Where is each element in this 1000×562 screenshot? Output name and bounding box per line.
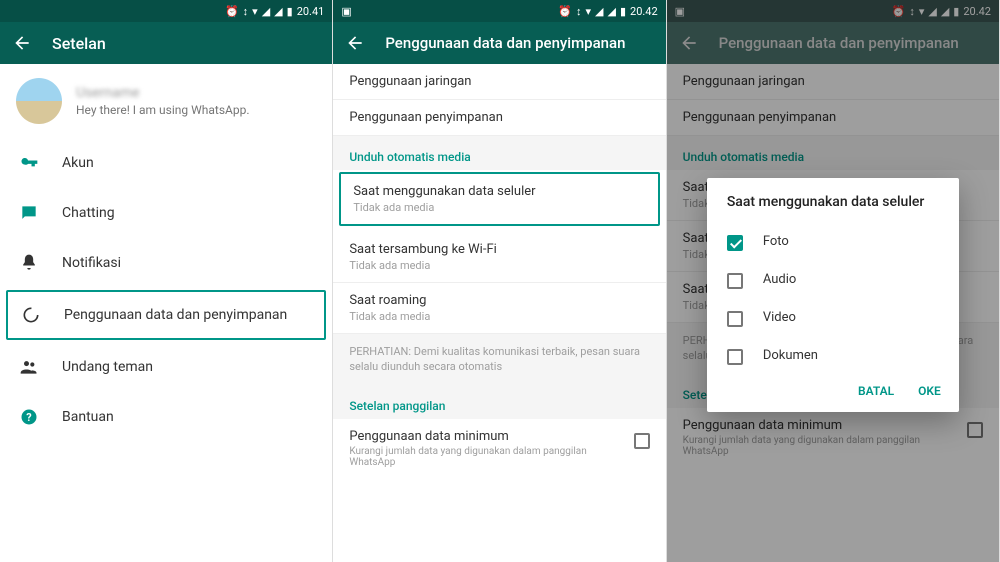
screen-data-usage: ▣ ⏰ ↕ ▾ ◢ ◢ ▮ 20.42 Penggunaan data dan … [333, 0, 666, 562]
row-title: Penggunaan jaringan [349, 74, 649, 89]
list-row[interactable]: Saat roaming Tidak ada media [333, 283, 665, 334]
profile-name: Username [76, 85, 250, 101]
chat-icon [18, 202, 40, 224]
menu-item-help[interactable]: ? Bantuan [0, 392, 332, 442]
dialog-option[interactable]: Foto [707, 222, 959, 260]
alarm-icon: ⏰ [558, 5, 572, 18]
image-icon: ▣ [341, 5, 351, 18]
profile-row[interactable]: Username Hey there! I am using WhatsApp. [0, 64, 332, 138]
settings-menu: Akun Chatting Notifikasi Penggunaan data da… [0, 138, 332, 442]
screen-settings: ⏰ ↕ ▾ ◢ ◢ ▮ 20.41 Setelan Username Hey t… [0, 0, 333, 562]
dialog-title: Saat menggunakan data seluler [707, 194, 959, 222]
data-usage-content: Penggunaan jaringan Penggunaan penyimpana… [333, 64, 665, 562]
checkbox[interactable] [727, 311, 743, 327]
data-icon [20, 304, 42, 326]
list-row[interactable]: Saat tersambung ke Wi-Fi Tidak ada media [333, 232, 665, 283]
statusbar: ⏰ ↕ ▾ ◢ ◢ ▮ 20.41 [0, 0, 332, 22]
menu-item-chat[interactable]: Chatting [0, 188, 332, 238]
menu-item-bell[interactable]: Notifikasi [0, 238, 332, 288]
row-sub: Tidak ada media [353, 201, 645, 214]
alarm-icon: ⏰ [225, 5, 239, 18]
statusbar: ▣ ⏰ ↕ ▾ ◢ ◢ ▮ 20.42 [333, 0, 665, 22]
row-title: Penggunaan penyimpanan [349, 110, 649, 125]
menu-item-friends[interactable]: Undang teman [0, 342, 332, 392]
list-row[interactable]: Penggunaan jaringan [333, 64, 665, 100]
profile-status: Hey there! I am using WhatsApp. [76, 103, 250, 117]
signal-icon: ◢ [274, 5, 282, 18]
status-time: 20.42 [630, 5, 658, 18]
option-label: Dokumen [763, 348, 818, 363]
menu-label: Undang teman [62, 359, 153, 375]
media-dialog: Saat menggunakan data seluler Foto Audio V… [707, 178, 959, 412]
appbar-title: Penggunaan data dan penyimpanan [385, 34, 625, 52]
signal-icon: ◢ [607, 5, 615, 18]
appbar-title: Setelan [52, 34, 106, 53]
dialog-option[interactable]: Video [707, 298, 959, 336]
option-label: Audio [763, 272, 796, 287]
sync-icon: ↕ [576, 5, 582, 18]
screen-dialog: ▣ ⏰ ↕ ▾ ◢ ◢ ▮ 20.42 Penggunaan data dan … [667, 0, 1000, 562]
low-data-checkbox[interactable] [634, 433, 650, 449]
list-row[interactable]: Saat menggunakan data seluler Tidak ada m… [339, 172, 659, 226]
battery-icon: ▮ [287, 5, 293, 18]
low-data-row[interactable]: Penggunaan data minimum Kurangi jumlah d… [333, 419, 665, 478]
low-data-sub: Kurangi jumlah data yang digunakan dalam… [349, 446, 599, 468]
battery-icon: ▮ [620, 5, 626, 18]
row-sub: Tidak ada media [349, 310, 649, 323]
status-time: 20.41 [297, 5, 325, 18]
dialog-option[interactable]: Dokumen [707, 336, 959, 374]
signal-icon: ◢ [595, 5, 603, 18]
appbar: Setelan [0, 22, 332, 64]
appbar: Penggunaan data dan penyimpanan [333, 22, 665, 64]
wifi-icon: ▾ [585, 5, 591, 18]
checkbox[interactable] [727, 349, 743, 365]
dialog-option[interactable]: Audio [707, 260, 959, 298]
list-row[interactable]: Penggunaan penyimpanan [333, 100, 665, 136]
option-label: Foto [763, 234, 789, 249]
avatar [16, 78, 62, 124]
menu-label: Akun [62, 155, 94, 171]
checkbox[interactable] [727, 273, 743, 289]
menu-label: Notifikasi [62, 255, 121, 271]
checkbox[interactable] [727, 235, 743, 251]
back-arrow-icon[interactable] [345, 33, 365, 53]
menu-label: Penggunaan data dan penyimpanan [64, 307, 287, 323]
section-auto-download: Unduh otomatis media [333, 136, 665, 170]
back-arrow-icon[interactable] [12, 33, 32, 53]
settings-content: Username Hey there! I am using WhatsApp.… [0, 64, 332, 562]
svg-text:?: ? [26, 411, 31, 424]
row-sub: Tidak ada media [349, 259, 649, 272]
friends-icon [18, 356, 40, 378]
row-title: Saat roaming [349, 293, 649, 308]
voice-note-warning: PERHATIAN: Demi kualitas komunikasi terb… [333, 334, 665, 385]
help-icon: ? [18, 406, 40, 428]
wifi-icon: ▾ [252, 5, 258, 18]
option-label: Video [763, 310, 796, 325]
menu-label: Chatting [62, 205, 115, 221]
menu-label: Bantuan [62, 409, 114, 425]
dialog-ok-button[interactable]: OKE [918, 384, 941, 398]
menu-item-data[interactable]: Penggunaan data dan penyimpanan [6, 290, 326, 340]
low-data-title: Penggunaan data minimum [349, 429, 599, 444]
key-icon [18, 152, 40, 174]
menu-item-key[interactable]: Akun [0, 138, 332, 188]
signal-icon: ◢ [262, 5, 270, 18]
section-call-settings: Setelan panggilan [333, 385, 665, 419]
sync-icon: ↕ [243, 5, 249, 18]
dialog-cancel-button[interactable]: BATAL [858, 384, 894, 398]
row-title: Saat tersambung ke Wi-Fi [349, 242, 649, 257]
bell-icon [18, 252, 40, 274]
row-title: Saat menggunakan data seluler [353, 184, 645, 199]
